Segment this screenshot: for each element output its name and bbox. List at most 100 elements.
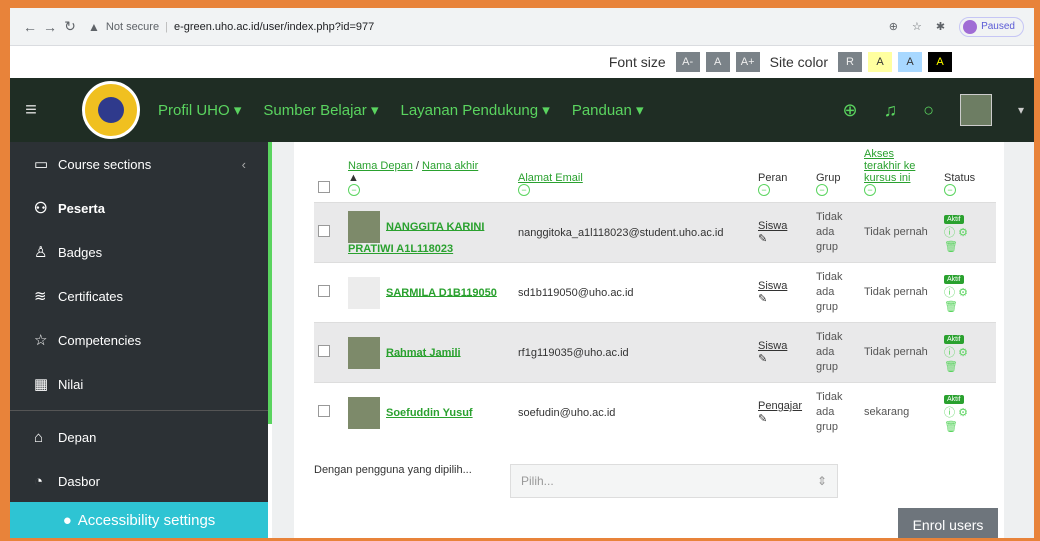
nav-profil-uho[interactable]: Profil UHO ▾ xyxy=(158,101,241,119)
color-reset-button[interactable]: R xyxy=(838,52,862,72)
status-badge: Aktif xyxy=(944,215,964,224)
nav-layanan-pendukung[interactable]: Layanan Pendukung ▾ xyxy=(400,101,549,119)
font-reset-button[interactable]: A xyxy=(705,52,730,72)
reload-icon[interactable]: ↻ xyxy=(60,18,80,35)
user-avatar[interactable] xyxy=(959,94,992,126)
sidebar-item-nilai[interactable]: ▦ Nilai xyxy=(10,362,268,406)
trash-icon[interactable]: 🗑 xyxy=(944,301,958,313)
gear-icon[interactable]: ⚙ xyxy=(958,407,968,419)
sidebar-item-dasbor[interactable]: ◔ Dasbor xyxy=(10,459,268,503)
table-row: Rahmat Jamili rf1g119035@uho.ac.id Siswa… xyxy=(314,322,996,383)
zoom-icon[interactable]: ⊕ xyxy=(889,20,898,33)
row-checkbox[interactable] xyxy=(318,225,330,237)
header-role: Peran − xyxy=(758,172,788,196)
users-icon: ⚇ xyxy=(34,200,48,217)
sidebar-item-competencies[interactable]: ☆ Competencies xyxy=(10,318,268,362)
chevron-left-icon[interactable]: ‹ xyxy=(242,157,246,172)
profile-button[interactable]: Paused xyxy=(959,16,1024,37)
collapse-email-icon[interactable]: − xyxy=(518,184,530,196)
star-icon[interactable]: ☆ xyxy=(912,20,922,33)
color-blue-button[interactable]: A xyxy=(898,52,922,72)
pencil-icon[interactable]: ✎ xyxy=(758,413,767,425)
sort-last-name-link[interactable]: Nama akhir xyxy=(422,160,478,172)
info-icon[interactable]: ⓘ xyxy=(944,407,955,419)
role-link[interactable]: Pengajar xyxy=(758,400,802,412)
sidebar: ▭ Course sections ‹ ⚇ Peserta ♙ Badges ≋… xyxy=(10,142,272,538)
role-link[interactable]: Siswa xyxy=(758,340,787,352)
info-icon[interactable]: ⓘ xyxy=(944,347,955,359)
user-email: nanggitoka_a1l118023@student.uho.ac.id xyxy=(514,202,754,263)
pencil-icon[interactable]: ✎ xyxy=(758,233,767,245)
forward-icon[interactable]: → xyxy=(40,19,60,35)
extensions-icon[interactable]: ✱ xyxy=(936,20,945,33)
chat-icon[interactable]: ○ xyxy=(923,100,934,121)
top-navbar: ≡ Profil UHO ▾ Sumber Belajar ▾ Layanan … xyxy=(10,78,1034,142)
sidebar-item-badges[interactable]: ♙ Badges xyxy=(10,230,268,274)
back-icon[interactable]: ← xyxy=(20,19,40,35)
color-black-button[interactable]: A xyxy=(928,52,952,72)
header-email: Alamat Email − xyxy=(514,144,754,203)
row-checkbox[interactable] xyxy=(318,345,330,357)
gear-icon[interactable]: ⚙ xyxy=(958,287,968,299)
font-increase-button[interactable]: A+ xyxy=(735,52,760,72)
collapse-access-icon[interactable]: − xyxy=(864,184,876,196)
table-row: SARMILA D1B119050 sd1b119050@uho.ac.id S… xyxy=(314,262,996,323)
user-picture[interactable] xyxy=(348,336,380,369)
menu-icon[interactable]: ≡ xyxy=(10,99,52,122)
globe-icon[interactable]: ⊕ xyxy=(843,100,858,121)
header-group: Grup − xyxy=(816,172,841,196)
nav-sumber-belajar[interactable]: Sumber Belajar ▾ xyxy=(263,101,378,119)
gear-icon[interactable]: ⚙ xyxy=(958,227,968,239)
separator: | xyxy=(165,20,168,33)
user-name-link[interactable]: Rahmat Jamili xyxy=(386,346,461,358)
sort-first-name-link[interactable]: Nama Depan xyxy=(348,160,413,172)
chevron-down-icon[interactable]: ▾ xyxy=(1018,103,1024,117)
collapse-status-icon[interactable]: − xyxy=(944,184,956,196)
info-icon[interactable]: ⓘ xyxy=(944,287,955,299)
browser-toolbar: ← → ↻ ▲ Not secure | e-green.uho.ac.id/u… xyxy=(10,8,1034,46)
status-badge: Aktif xyxy=(944,275,964,284)
trash-icon[interactable]: 🗑 xyxy=(944,361,958,373)
collapse-name-icon[interactable]: − xyxy=(348,184,360,196)
sort-email-link[interactable]: Alamat Email xyxy=(518,172,583,184)
row-checkbox[interactable] xyxy=(318,285,330,297)
site-color-label: Site color xyxy=(769,54,828,70)
user-email: soefudin@uho.ac.id xyxy=(514,382,754,443)
pencil-icon[interactable]: ✎ xyxy=(758,293,767,305)
nav-panduan[interactable]: Panduan ▾ xyxy=(572,101,644,119)
folder-icon: ▭ xyxy=(34,156,49,173)
font-decrease-button[interactable]: A- xyxy=(675,52,700,72)
user-picture[interactable] xyxy=(348,210,380,243)
sidebar-item-course-sections[interactable]: ▭ Course sections ‹ xyxy=(10,142,268,186)
accessibility-settings-button[interactable]: ● Accessibility settings xyxy=(10,502,268,538)
gear-icon[interactable]: ⚙ xyxy=(958,347,968,359)
trash-icon[interactable]: 🗑 xyxy=(944,241,958,253)
address-bar[interactable]: ▲ Not secure | e-green.uho.ac.id/user/in… xyxy=(80,14,889,40)
header-last-access: Akses terakhir ke kursus ini − xyxy=(860,144,940,203)
sort-last-access-link[interactable]: Akses terakhir ke kursus ini xyxy=(864,148,928,184)
user-name-link[interactable]: Soefuddin Yusuf xyxy=(386,407,473,419)
select-all-checkbox[interactable] xyxy=(318,181,330,193)
sidebar-item-certificates[interactable]: ≋ Certificates xyxy=(10,274,268,318)
collapse-group-icon[interactable]: − xyxy=(816,184,828,196)
role-link[interactable]: Siswa xyxy=(758,280,787,292)
enrol-users-button[interactable]: Enrol users xyxy=(898,508,998,538)
trash-icon[interactable]: 🗑 xyxy=(944,421,958,433)
group-value: Tidak ada grup xyxy=(812,382,860,443)
university-logo[interactable] xyxy=(82,81,140,139)
pencil-icon[interactable]: ✎ xyxy=(758,353,767,365)
bell-icon[interactable]: ♫ xyxy=(884,100,898,121)
sidebar-item-peserta[interactable]: ⚇ Peserta xyxy=(10,186,268,230)
header-select xyxy=(314,144,344,203)
role-link[interactable]: Siswa xyxy=(758,220,787,232)
color-yellow-button[interactable]: A xyxy=(868,52,892,72)
collapse-role-icon[interactable]: − xyxy=(758,184,770,196)
sidebar-item-depan[interactable]: ⌂ Depan xyxy=(10,415,268,459)
user-name-link[interactable]: SARMILA D1B119050 xyxy=(386,286,497,298)
bulk-action-select[interactable]: Pilih... ⇕ xyxy=(510,464,838,498)
user-picture[interactable] xyxy=(348,396,380,429)
info-icon[interactable]: ⓘ xyxy=(944,227,955,239)
user-picture[interactable] xyxy=(348,276,380,309)
row-checkbox[interactable] xyxy=(318,405,330,418)
sidebar-divider xyxy=(10,410,268,411)
